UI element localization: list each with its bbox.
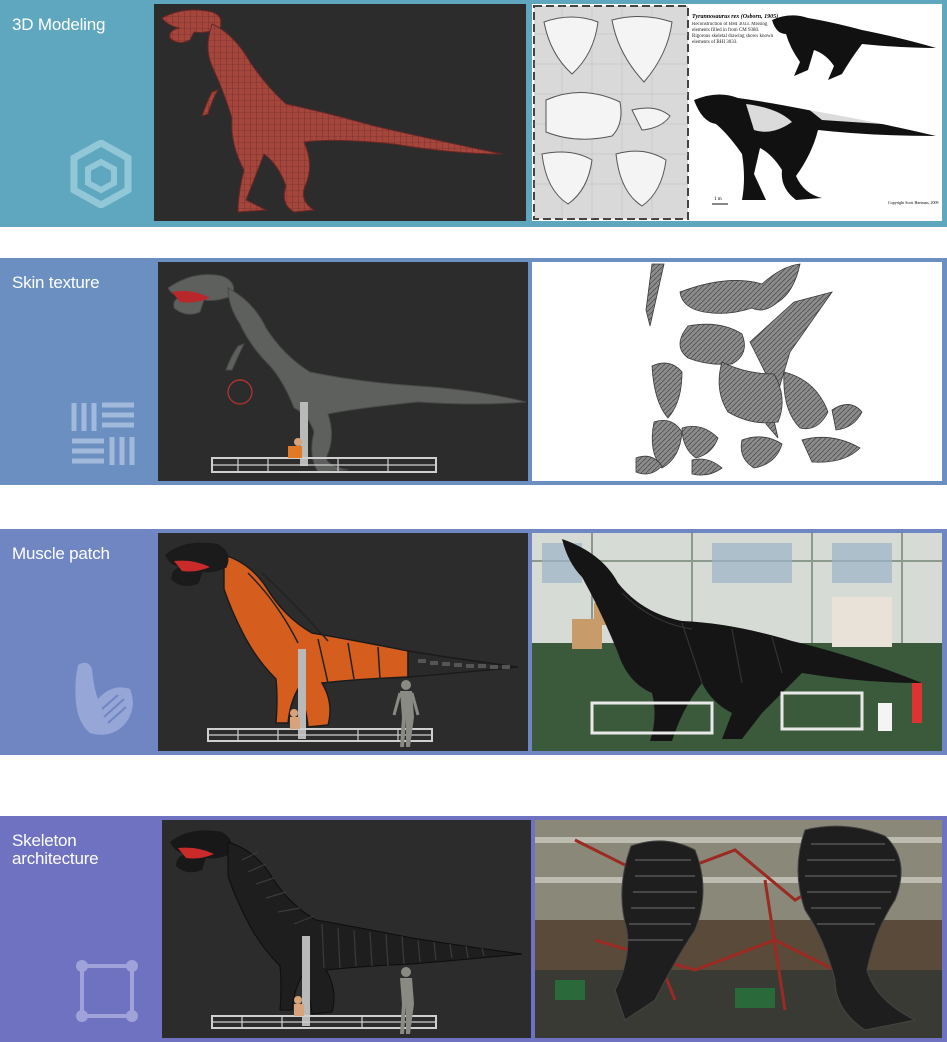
label-panel: Muscle patch [0,529,156,755]
skeleton-workshop-photo [535,820,942,1038]
section-title: 3D Modeling [12,15,106,34]
label-panel: Skeleton architecture [0,816,160,1042]
label-panel: 3D Modeling [0,0,153,227]
reference-caption-title: Tyrannosaurus rex (Osborn, 1905) [692,13,778,20]
label-panel: Skin texture [0,258,156,485]
section-skeleton-architecture: Skeleton architecture [0,816,947,1042]
section-skin-texture: Skin texture [0,258,947,485]
texture-pattern-icon [70,401,136,467]
section-title: Muscle patch [12,544,110,563]
reference-caption-body: Reconstruction of BHI 3033. Missing elem… [692,22,774,45]
skeletal-reference-sheet: Tyrannosaurus rex (Osborn, 1905) Reconst… [532,4,942,221]
section-title: Skin texture [12,273,100,292]
section-muscle-patch: Muscle patch [0,529,947,755]
section-3d-modeling: 3D Modeling Tyrannosaurus rex (Osborn, 1… [0,0,947,227]
bounding-frame-icon [74,958,140,1024]
cube-icon [70,138,132,210]
trex-skin-render [158,262,528,481]
arm-muscle-icon [72,659,136,737]
section-title: Skeleton architecture [12,831,99,868]
trex-muscle-render [158,533,528,751]
scale-label: 1 m [714,197,722,202]
muscle-workshop-photo [532,533,942,751]
trex-skeleton-render [162,820,531,1038]
skin-uv-map [532,262,942,481]
copyright-text: Copyright Scott Hartman, 2009 [888,200,938,206]
trex-wireframe-render [154,4,526,221]
